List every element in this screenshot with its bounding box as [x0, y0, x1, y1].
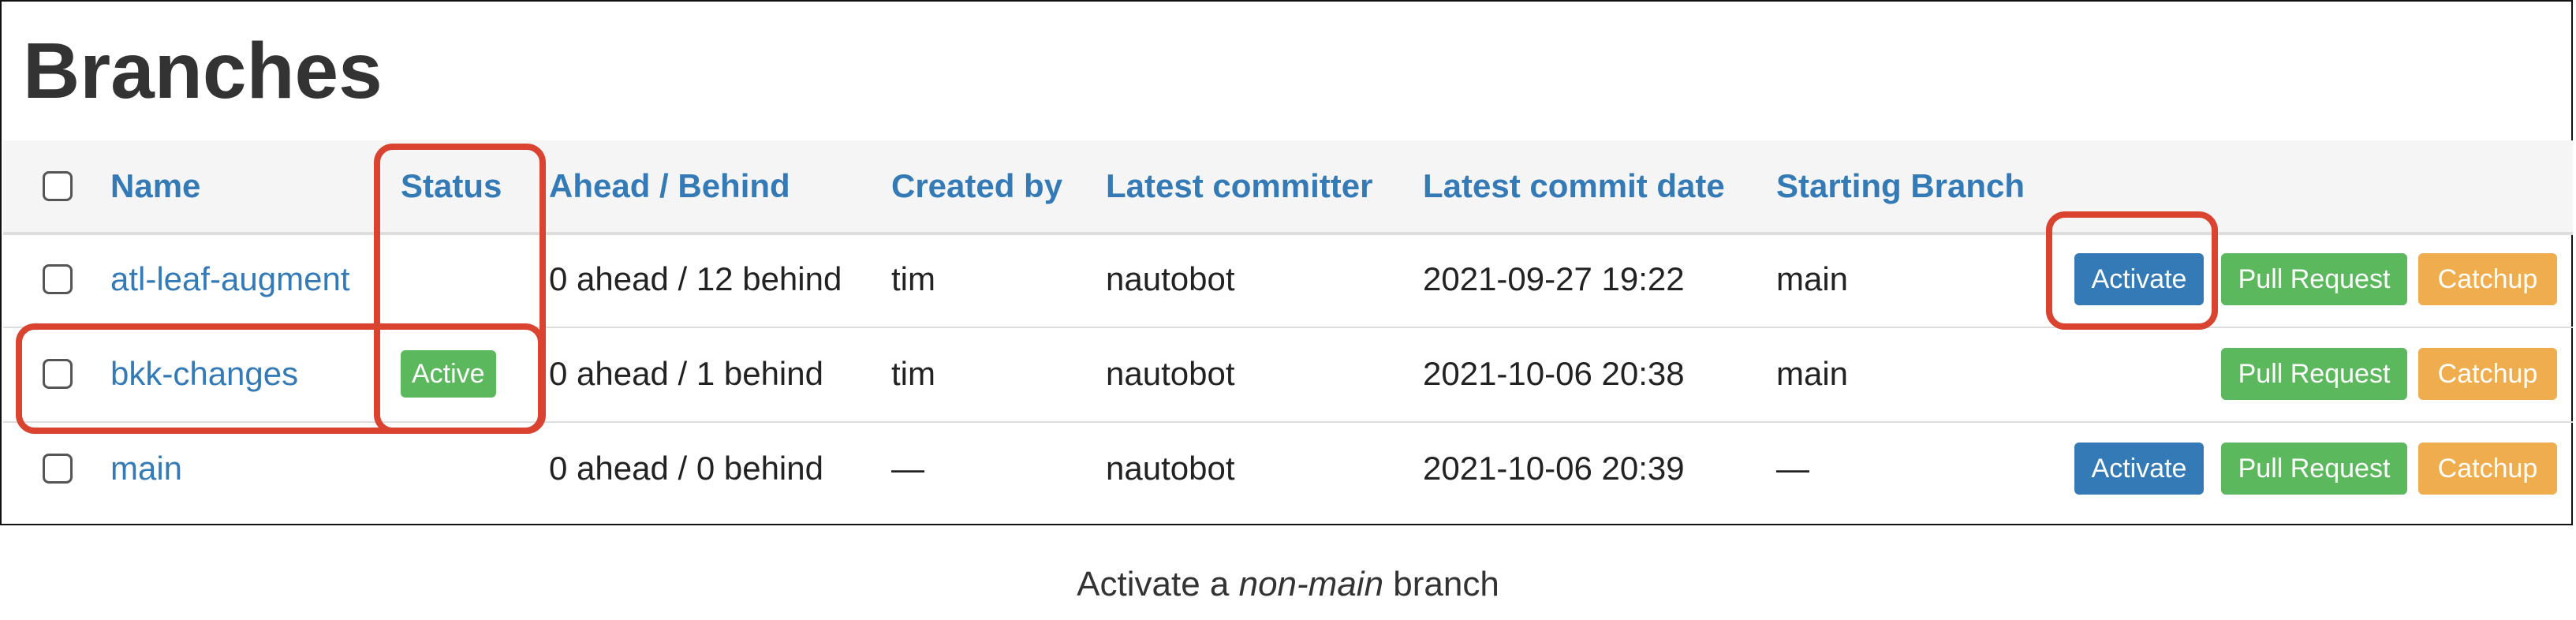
pull-request-button[interactable]: Pull Request [2221, 253, 2407, 305]
column-ahead-behind[interactable]: Ahead / Behind [549, 140, 790, 232]
branch-name-link[interactable]: atl-leaf-augment [110, 232, 350, 327]
caption-emphasis: non-main [1238, 565, 1384, 603]
latest-commit-date: 2021-10-06 20:38 [1423, 355, 1685, 392]
column-status[interactable]: Status [401, 140, 502, 232]
table-row: atl-leaf-augment 0 ahead / 12 behind tim… [3, 232, 2573, 328]
pull-request-button[interactable]: Pull Request [2221, 348, 2407, 400]
branch-name-link[interactable]: bkk-changes [110, 327, 298, 421]
latest-committer: nautobot [1106, 260, 1235, 297]
table-row: bkk-changes Active 0 ahead / 1 behind ti… [3, 327, 2573, 423]
ahead-behind: 0 ahead / 0 behind [549, 450, 823, 487]
pull-request-button[interactable]: Pull Request [2221, 443, 2407, 495]
catchup-button[interactable]: Catchup [2418, 443, 2557, 495]
activate-button[interactable]: Activate [2074, 253, 2204, 305]
created-by: tim [891, 355, 935, 392]
row-checkbox[interactable] [43, 454, 73, 484]
column-created-by[interactable]: Created by [891, 140, 1062, 232]
branch-name-link[interactable]: main [110, 421, 182, 516]
table-row: main 0 ahead / 0 behind — nautobot 2021-… [3, 421, 2573, 516]
caption-prefix: Activate a [1077, 565, 1239, 603]
status-badge: Active [401, 350, 496, 398]
table-header: Name Status Ahead / Behind Created by La… [3, 140, 2573, 235]
catchup-button[interactable]: Catchup [2418, 253, 2557, 305]
branches-panel: Branches Name Status Ahead / Behind Crea… [0, 0, 2573, 525]
column-name[interactable]: Name [110, 140, 200, 232]
row-checkbox[interactable] [43, 359, 73, 389]
latest-commit-date: 2021-09-27 19:22 [1423, 260, 1685, 297]
latest-committer: nautobot [1106, 355, 1235, 392]
column-starting-branch[interactable]: Starting Branch [1776, 140, 2025, 232]
created-by: tim [891, 260, 935, 297]
starting-branch: main [1776, 260, 1849, 297]
caption-suffix: branch [1383, 565, 1499, 603]
activate-button[interactable]: Activate [2074, 443, 2204, 495]
row-checkbox[interactable] [43, 264, 73, 294]
column-latest-commit-date[interactable]: Latest commit date [1423, 140, 1725, 232]
catchup-button[interactable]: Catchup [2418, 348, 2557, 400]
latest-commit-date: 2021-10-06 20:39 [1423, 450, 1685, 487]
latest-committer: nautobot [1106, 450, 1235, 487]
column-latest-committer[interactable]: Latest committer [1106, 140, 1372, 232]
ahead-behind: 0 ahead / 1 behind [549, 355, 823, 392]
ahead-behind: 0 ahead / 12 behind [549, 260, 842, 297]
figure-caption: Activate a non-main branch [0, 565, 2576, 604]
select-all-checkbox[interactable] [43, 171, 73, 201]
starting-branch: — [1776, 450, 1809, 487]
created-by: — [891, 450, 924, 487]
starting-branch: main [1776, 355, 1849, 392]
page-title: Branches [23, 27, 383, 115]
